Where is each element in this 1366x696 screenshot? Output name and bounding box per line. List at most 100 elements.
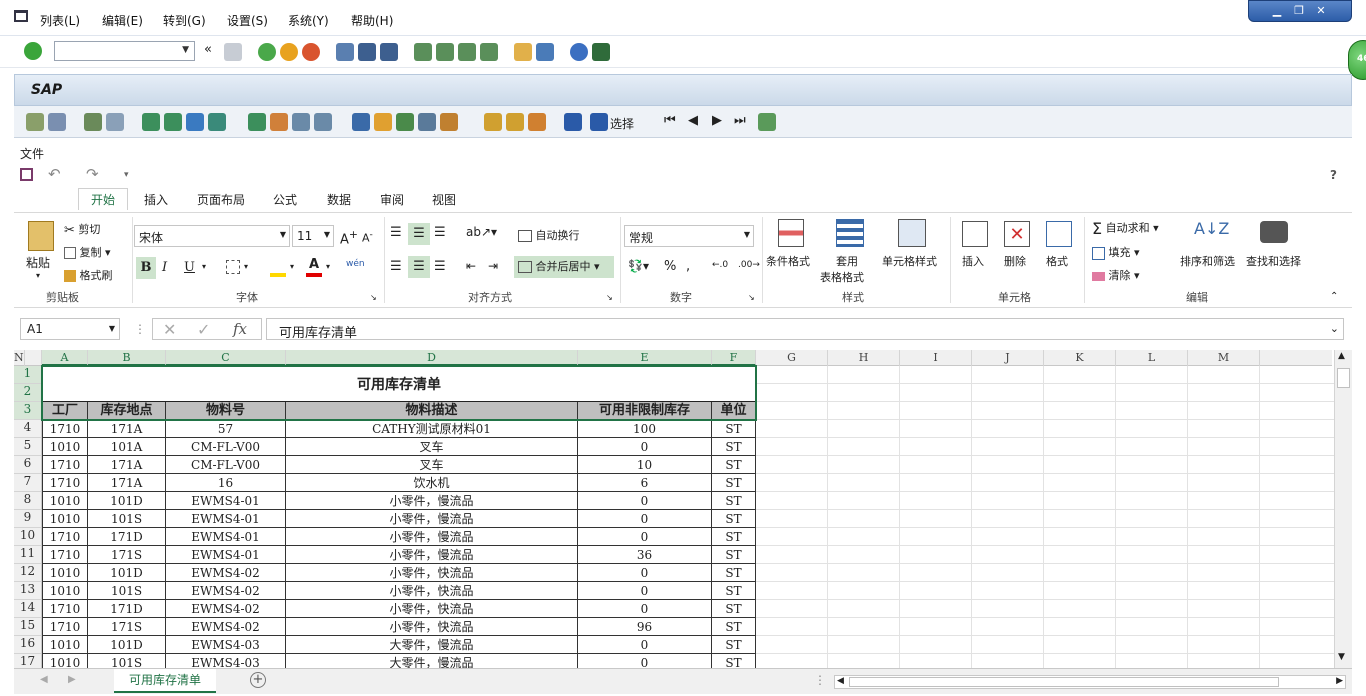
table-cell[interactable]: CATHY测试原材料01 bbox=[286, 420, 578, 438]
table-cell[interactable]: 小零件，快流品 bbox=[286, 564, 578, 582]
prev-page-icon[interactable] bbox=[436, 43, 454, 61]
find-next-icon[interactable] bbox=[380, 43, 398, 61]
table-cell[interactable]: EWMS4-01 bbox=[166, 492, 286, 510]
table-cell[interactable]: 171A bbox=[88, 456, 166, 474]
column-header[interactable]: F bbox=[712, 350, 756, 366]
fill-dropdown-icon[interactable]: ▾ bbox=[290, 262, 294, 271]
menu-icon[interactable] bbox=[14, 10, 28, 22]
underline-button[interactable]: U bbox=[184, 260, 195, 275]
table-cell[interactable]: 0 bbox=[578, 600, 712, 618]
find-select-button[interactable]: 查找和选择 bbox=[1246, 253, 1301, 269]
table-cell[interactable]: ST bbox=[712, 474, 756, 492]
insert-cells-button[interactable]: 插入 bbox=[962, 253, 984, 269]
paste-button[interactable]: 粘贴 bbox=[26, 254, 50, 271]
percent-icon[interactable]: % bbox=[664, 259, 676, 274]
font-color-dropdown-icon[interactable]: ▾ bbox=[326, 262, 330, 271]
table-cell[interactable]: 1010 bbox=[42, 510, 88, 528]
table-cell[interactable]: 101S bbox=[88, 654, 166, 668]
table-cell[interactable]: 10 bbox=[578, 456, 712, 474]
format-cells-button[interactable]: 格式 bbox=[1046, 253, 1068, 269]
menu-system[interactable]: 系统(Y) bbox=[288, 12, 329, 29]
row-header[interactable]: 9 bbox=[14, 510, 42, 528]
menu-goto[interactable]: 转到(G) bbox=[163, 12, 206, 29]
chevron-down-icon[interactable]: ▼ bbox=[182, 45, 189, 55]
autosum-button[interactable]: Σ 自动求和 ▾ bbox=[1092, 219, 1159, 238]
table-cell[interactable]: 1710 bbox=[42, 474, 88, 492]
table-cell[interactable]: 171D bbox=[88, 600, 166, 618]
table-cell[interactable]: 小零件，快流品 bbox=[286, 618, 578, 636]
tab-insert[interactable]: 插入 bbox=[144, 191, 168, 208]
undo-icon[interactable]: ↶ bbox=[48, 165, 61, 183]
table-cell[interactable]: CM-FL-V00 bbox=[166, 438, 286, 456]
format-table-button[interactable]: 套用 bbox=[836, 253, 858, 269]
scroll-thumb[interactable] bbox=[849, 677, 1279, 687]
underline-dropdown-icon[interactable]: ▾ bbox=[202, 262, 206, 271]
table-cell[interactable]: 96 bbox=[578, 618, 712, 636]
fill-color-icon[interactable] bbox=[270, 257, 286, 277]
column-header[interactable]: A bbox=[42, 350, 88, 366]
table-cell[interactable]: ST bbox=[712, 420, 756, 438]
wrap-text-button[interactable]: 自动换行 bbox=[518, 227, 580, 243]
horizontal-scrollbar[interactable]: ◀ ▶ bbox=[834, 675, 1346, 689]
table-cell[interactable]: 1710 bbox=[42, 600, 88, 618]
align-middle-icon[interactable]: ☰ bbox=[408, 223, 430, 245]
decrease-decimal-icon[interactable]: .00→ bbox=[738, 260, 760, 270]
table-cell[interactable]: ST bbox=[712, 654, 756, 668]
table-cell[interactable]: 小零件，慢流品 bbox=[286, 510, 578, 528]
table-cell[interactable]: 16 bbox=[166, 474, 286, 492]
align-left-icon[interactable]: ☰ bbox=[390, 259, 402, 274]
row-header[interactable]: 7 bbox=[14, 474, 42, 492]
table-cell[interactable]: 饮水机 bbox=[286, 474, 578, 492]
column-header[interactable]: K bbox=[1044, 350, 1116, 366]
row-header[interactable]: 6 bbox=[14, 456, 42, 474]
table-cell[interactable]: EWMS4-02 bbox=[166, 564, 286, 582]
tab-page-layout[interactable]: 页面布局 bbox=[197, 191, 245, 208]
layout-icon[interactable] bbox=[48, 113, 66, 131]
sheet-title-cell[interactable]: 可用库存清单 bbox=[42, 366, 756, 402]
tab-formulas[interactable]: 公式 bbox=[273, 191, 297, 208]
orientation-icon[interactable]: ab↗▾ bbox=[466, 225, 497, 239]
customize-layout-icon[interactable] bbox=[592, 43, 610, 61]
format-painter-button[interactable]: 格式刷 bbox=[64, 267, 113, 283]
comma-icon[interactable]: , bbox=[686, 259, 690, 274]
column-header[interactable]: J bbox=[972, 350, 1044, 366]
table-cell[interactable]: 101A bbox=[88, 438, 166, 456]
increase-decimal-icon[interactable]: ←.0 bbox=[712, 260, 728, 270]
clear-button[interactable]: 清除 ▾ bbox=[1092, 267, 1140, 283]
increase-font-icon[interactable]: A+ bbox=[340, 228, 358, 247]
table-cell[interactable]: 0 bbox=[578, 636, 712, 654]
table-cell[interactable]: 171S bbox=[88, 546, 166, 564]
command-field[interactable]: ▼ bbox=[54, 41, 195, 61]
scroll-left-icon[interactable]: ◀ bbox=[837, 676, 844, 686]
column-header[interactable]: E bbox=[578, 350, 712, 366]
table-cell[interactable]: 1010 bbox=[42, 492, 88, 510]
graphic-icon[interactable] bbox=[440, 113, 458, 131]
cancel-icon[interactable] bbox=[302, 43, 320, 61]
row-header[interactable]: 12 bbox=[14, 564, 42, 582]
sum-icon[interactable] bbox=[248, 113, 266, 131]
table-cell[interactable]: ST bbox=[712, 582, 756, 600]
copy-button[interactable]: 复制 ▾ bbox=[64, 244, 111, 260]
row-header[interactable]: 16 bbox=[14, 636, 42, 654]
table-cell[interactable]: EWMS4-03 bbox=[166, 636, 286, 654]
table-cell[interactable]: 171A bbox=[88, 474, 166, 492]
fill-button[interactable]: 填充 ▾ bbox=[1092, 244, 1140, 260]
menu-edit[interactable]: 编辑(E) bbox=[102, 12, 143, 29]
table-cell[interactable]: 36 bbox=[578, 546, 712, 564]
header-cell[interactable]: 单位 bbox=[712, 402, 756, 420]
number-format-select[interactable]: 常规 ▼ bbox=[624, 225, 754, 247]
table-cell[interactable]: 0 bbox=[578, 582, 712, 600]
table-cell[interactable]: 0 bbox=[578, 438, 712, 456]
align-right-icon[interactable]: ☰ bbox=[434, 259, 446, 274]
subtotal-icon[interactable] bbox=[270, 113, 288, 131]
local-file-icon[interactable] bbox=[396, 113, 414, 131]
header-cell[interactable]: 可用非限制库存 bbox=[578, 402, 712, 420]
decrease-indent-icon[interactable]: ⇤ bbox=[466, 259, 476, 273]
row-header[interactable]: 5 bbox=[14, 438, 42, 456]
font-size-select[interactable]: 11 ▼ bbox=[292, 225, 334, 247]
table-cell[interactable]: 大零件，慢流品 bbox=[286, 654, 578, 668]
row-header[interactable]: 2 bbox=[14, 384, 42, 402]
table-cell[interactable]: EWMS4-01 bbox=[166, 546, 286, 564]
merge-center-button[interactable]: 合并后居中 ▾ bbox=[514, 256, 614, 278]
tab-home[interactable]: 开始 bbox=[78, 188, 129, 210]
